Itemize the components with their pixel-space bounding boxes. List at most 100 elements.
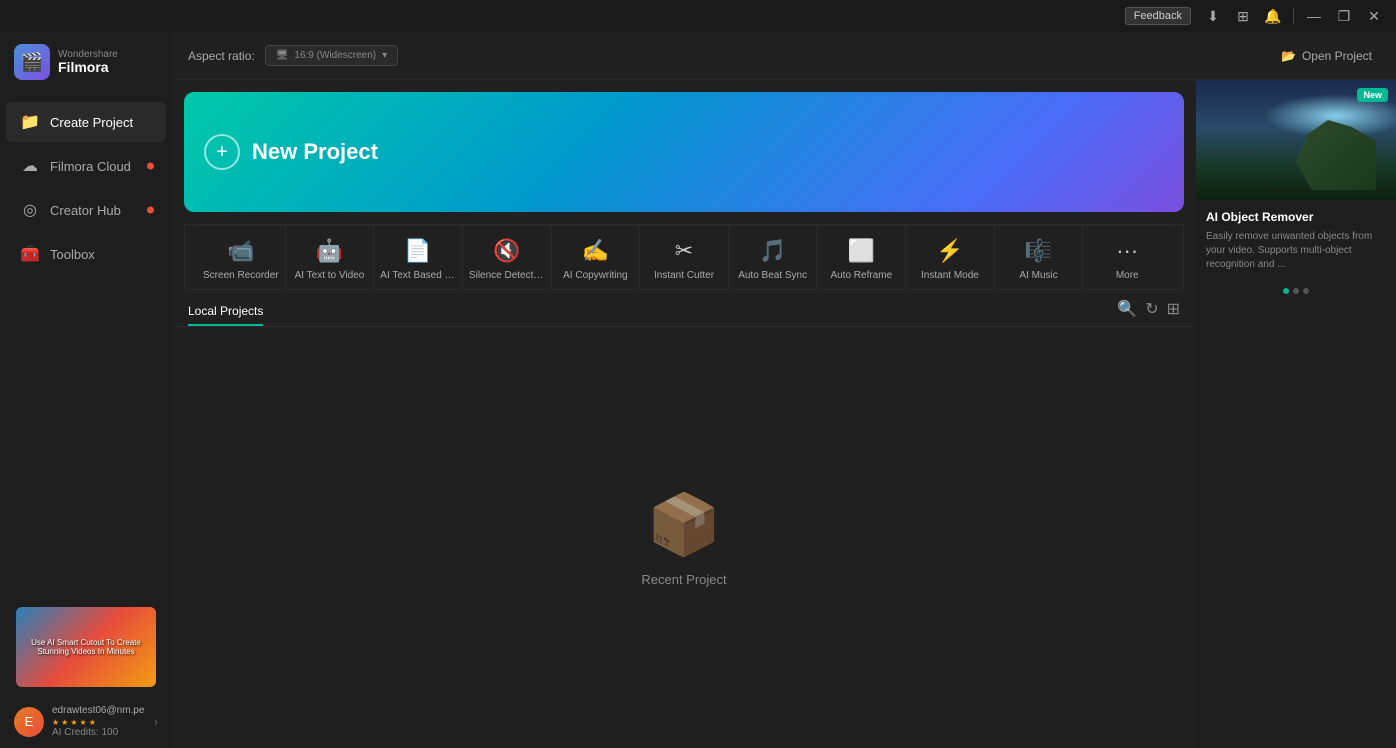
quick-action-screen-recorder[interactable]: 📹 Screen Recorder [197,226,286,289]
sidebar-bottom: Use AI Smart Cutout To Create Stunning V… [0,599,172,748]
quick-action-more[interactable]: ··· More [1083,226,1171,289]
quick-action-ai-copywriting[interactable]: ✍ AI Copywriting [552,226,641,289]
aspect-ratio-select[interactable]: 🖥 16:9 (Widescreen) ▾ [265,45,398,66]
maximize-icon[interactable]: ❐ [1330,2,1358,30]
carousel-dots [1196,282,1396,300]
new-project-icon: + [204,134,240,170]
filmora-cloud-icon: ☁ [20,156,40,176]
auto-beat-sync-label: Auto Beat Sync [735,270,811,281]
projects-actions: 🔍 ↻ ⊞ [1117,299,1180,325]
quick-action-ai-text-based-editing[interactable]: 📄 AI Text Based Editi... [374,226,463,289]
sidebar-item-create-project[interactable]: 📁 Create Project [6,102,166,142]
star-5: ★ [89,718,96,727]
logo-icon: 🎬 [14,44,50,80]
new-project-title: New Project [252,139,378,165]
minimize-icon[interactable]: — [1300,2,1328,30]
new-project-banner[interactable]: + New Project [184,92,1184,212]
quick-actions-wrapper: 📹 Screen Recorder 🤖 AI Text to Video 📄 A… [184,224,1184,290]
card-description: Easily remove unwanted objects from your… [1206,230,1386,272]
sidebar-item-toolbox[interactable]: 🧰 Toolbox [6,234,166,274]
quick-actions: 📹 Screen Recorder 🤖 AI Text to Video 📄 A… [197,225,1171,289]
auto-reframe-icon: ⬜ [848,238,875,264]
star-2: ★ [61,718,68,727]
carousel-dot-1[interactable] [1283,288,1289,294]
topbar: Aspect ratio: 🖥 16:9 (Widescreen) ▾ 📂 Op… [172,32,1396,80]
feedback-button[interactable]: Feedback [1125,7,1191,25]
notification-icon[interactable]: 🔔 [1259,2,1287,30]
titlebar-icons: ⬇ ⊞ 🔔 — ❐ ✕ [1199,2,1388,30]
folder-icon: 📂 [1281,49,1296,63]
avatar: E [14,707,44,737]
quick-action-auto-beat-sync[interactable]: 🎵 Auto Beat Sync [729,226,818,289]
logo-text: Wondershare Filmora [58,49,118,75]
aspect-ratio-label: Aspect ratio: [188,49,255,63]
open-project-button[interactable]: 📂 Open Project [1273,45,1380,67]
ai-music-icon: 🎼 [1025,238,1052,264]
toolbox-icon: 🧰 [20,244,40,264]
creator-hub-notification-dot [147,207,154,214]
content-area: Aspect ratio: 🖥 16:9 (Widescreen) ▾ 📂 Op… [172,32,1396,748]
quick-action-silence-detection[interactable]: 🔇 Silence Detection [463,226,552,289]
user-profile[interactable]: E edrawtest06@nm.pe ★ ★ ★ ★ ★ AI Credits… [0,695,172,748]
right-panel: New AI Object Remover Easily remove unwa… [1196,80,1396,748]
sidebar-item-label: Toolbox [50,247,95,262]
create-project-icon: 📁 [20,112,40,132]
instant-mode-icon: ⚡ [936,238,963,264]
local-projects-section: Local Projects 🔍 ↻ ⊞ 📦 Recent Project [172,290,1196,748]
refresh-icon[interactable]: ↻ [1145,299,1158,319]
right-panel-card[interactable]: New AI Object Remover Easily remove unwa… [1196,80,1396,300]
aspect-ratio-screen-icon: 🖥 [276,50,289,61]
ai-copywriting-label: AI Copywriting [558,270,634,281]
user-email: edrawtest06@nm.pe [52,705,146,716]
quick-action-auto-reframe[interactable]: ⬜ Auto Reframe [817,226,906,289]
silence-detection-label: Silence Detection [469,270,545,281]
center-panel: + New Project 📹 Screen Recorder 🤖 AI Tex… [172,80,1196,748]
user-stars: ★ ★ ★ ★ ★ [52,718,146,727]
open-project-label: Open Project [1302,49,1372,63]
right-panel-info: AI Object Remover Easily remove unwanted… [1196,200,1396,282]
sidebar: 🎬 Wondershare Filmora 📁 Create Project ☁… [0,32,172,748]
ai-text-based-editing-icon: 📄 [404,238,431,264]
projects-header: Local Projects 🔍 ↻ ⊞ [172,290,1196,327]
instant-cutter-label: Instant Cutter [646,270,722,281]
ai-text-to-video-icon: 🤖 [316,238,343,264]
instant-mode-label: Instant Mode [912,270,988,281]
titlebar: Feedback ⬇ ⊞ 🔔 — ❐ ✕ [0,0,1396,32]
empty-state: 📦 Recent Project [172,327,1196,748]
quick-action-ai-music[interactable]: 🎼 AI Music [995,226,1084,289]
star-1: ★ [52,718,59,727]
carousel-dot-3[interactable] [1303,288,1309,294]
download-icon[interactable]: ⬇ [1199,2,1227,30]
titlebar-separator [1293,8,1294,24]
sidebar-item-filmora-cloud[interactable]: ☁ Filmora Cloud [6,146,166,186]
ai-text-based-editing-label: AI Text Based Editi... [380,270,456,281]
sidebar-item-label: Creator Hub [50,203,121,218]
screen-recorder-icon: 📹 [227,238,254,264]
sidebar-item-creator-hub[interactable]: ◎ Creator Hub [6,190,166,230]
chevron-down-icon: ▾ [382,50,387,61]
main-layout: 🎬 Wondershare Filmora 📁 Create Project ☁… [0,32,1396,748]
screen-recorder-label: Screen Recorder [203,270,279,281]
user-expand-icon: › [154,715,158,729]
logo-name: Filmora [58,60,118,75]
sidebar-thumbnail[interactable]: Use AI Smart Cutout To Create Stunning V… [16,607,156,687]
app-logo: 🎬 Wondershare Filmora [0,32,172,92]
search-icon[interactable]: 🔍 [1117,299,1137,319]
more-icon: ··· [1116,238,1138,264]
ai-text-to-video-label: AI Text to Video [292,270,368,281]
carousel-dot-2[interactable] [1293,288,1299,294]
empty-box-icon: 📦 [647,489,722,560]
quick-action-instant-mode[interactable]: ⚡ Instant Mode [906,226,995,289]
close-icon[interactable]: ✕ [1360,2,1388,30]
local-projects-tab[interactable]: Local Projects [188,298,263,326]
instant-cutter-icon: ✂ [675,238,693,264]
quick-action-ai-text-to-video[interactable]: 🤖 AI Text to Video [286,226,375,289]
grid-icon[interactable]: ⊞ [1229,2,1257,30]
silence-detection-icon: 🔇 [493,238,520,264]
star-3: ★ [70,718,77,727]
user-info: edrawtest06@nm.pe ★ ★ ★ ★ ★ AI Credits: … [52,705,146,738]
content-split: + New Project 📹 Screen Recorder 🤖 AI Tex… [172,80,1396,748]
quick-action-instant-cutter[interactable]: ✂ Instant Cutter [640,226,729,289]
new-badge: New [1357,88,1388,102]
grid-view-icon[interactable]: ⊞ [1167,299,1180,319]
